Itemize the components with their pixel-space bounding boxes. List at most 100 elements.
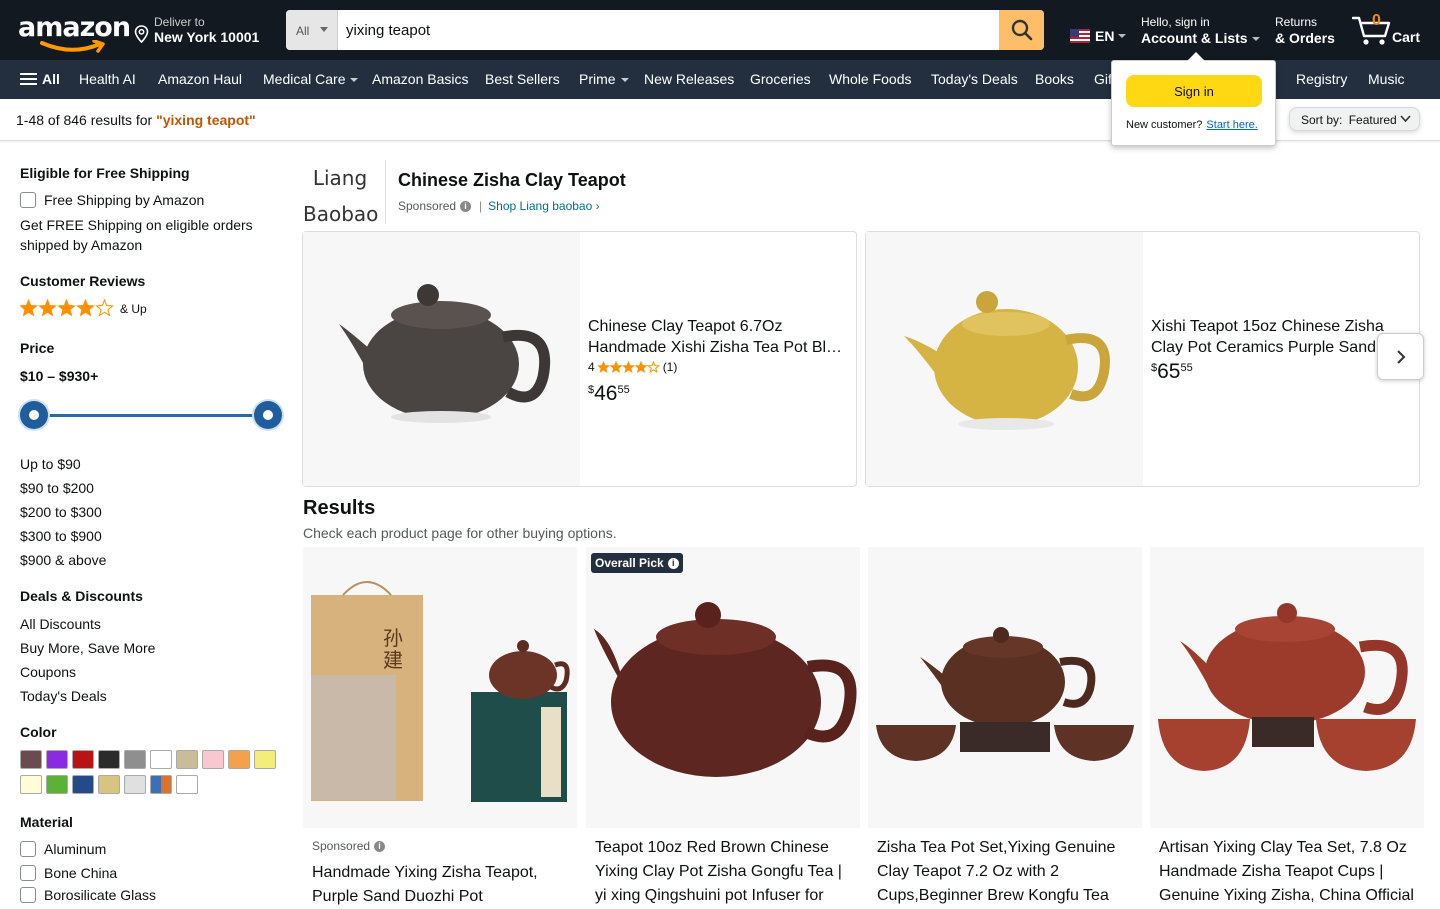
material-filter-borosilicate[interactable]: Borosilicate Glass: [20, 887, 156, 903]
amazon-logo[interactable]: amazon: [18, 10, 131, 53]
search-input[interactable]: [338, 10, 999, 50]
price-slider[interactable]: [20, 400, 282, 430]
price-link-0[interactable]: Up to $90: [20, 456, 81, 472]
product-image[interactable]: 孙 建: [303, 547, 577, 828]
deals-link-2[interactable]: Coupons: [20, 664, 76, 680]
color-swatch[interactable]: [150, 775, 172, 794]
search-category-label: All: [296, 24, 310, 38]
product-rating[interactable]: 4 (1): [588, 360, 677, 374]
color-swatch[interactable]: [72, 775, 94, 794]
sponsored-product-card[interactable]: Xishi Teapot 15oz Chinese Zisha Clay Pot…: [865, 231, 1420, 487]
svg-text:建: 建: [383, 648, 403, 672]
nav-item-music[interactable]: Music: [1368, 71, 1405, 87]
nav-item-books[interactable]: Books: [1035, 71, 1074, 87]
price-link-3[interactable]: $300 to $900: [20, 528, 102, 544]
checkbox[interactable]: [20, 841, 36, 857]
deals-link-3[interactable]: Today's Deals: [20, 688, 107, 704]
price-link-4[interactable]: $900 & above: [20, 552, 106, 568]
color-swatch[interactable]: [46, 775, 68, 794]
star-empty-icon: [95, 299, 114, 317]
search-icon: [1011, 19, 1032, 41]
color-swatch[interactable]: [202, 750, 224, 769]
info-icon[interactable]: i: [460, 200, 472, 212]
signin-button[interactable]: Sign in: [1126, 75, 1262, 107]
price-dollars: 65: [1157, 360, 1181, 383]
star-filled-icon: [76, 299, 95, 317]
nav-item-groceries[interactable]: Groceries: [750, 71, 811, 87]
checkbox[interactable]: [20, 887, 36, 903]
info-icon[interactable]: i: [667, 557, 679, 569]
product-image[interactable]: [586, 547, 860, 828]
shop-brand-link[interactable]: Shop Liang baobao ›: [488, 199, 599, 213]
color-swatch[interactable]: [254, 750, 276, 769]
color-swatch[interactable]: [72, 750, 94, 769]
product-image[interactable]: [866, 232, 1143, 486]
color-swatch[interactable]: [124, 775, 146, 794]
nav-item-new-releases[interactable]: New Releases: [644, 71, 734, 87]
nav-item-whole-foods[interactable]: Whole Foods: [829, 71, 911, 87]
color-swatch[interactable]: [150, 750, 172, 769]
sponsored-product-card[interactable]: Chinese Clay Teapot 6.7Oz Handmade Xishi…: [302, 231, 857, 487]
four-stars-up-filter[interactable]: & Up: [20, 299, 147, 319]
returns-orders[interactable]: Returns & Orders: [1275, 15, 1335, 46]
product-card[interactable]: Artisan Yixing Clay Tea Set, 7.8 Oz Hand…: [1150, 547, 1424, 907]
color-swatch[interactable]: [228, 750, 250, 769]
product-title[interactable]: Xishi Teapot 15oz Chinese Zisha Clay Pot…: [1151, 316, 1409, 358]
carousel-next-button[interactable]: [1377, 333, 1424, 380]
product-image[interactable]: [303, 232, 580, 486]
product-title[interactable]: Teapot 10oz Red Brown Chinese Yixing Cla…: [595, 836, 853, 908]
nav-item-health-ai[interactable]: Health AI: [79, 71, 136, 87]
material-heading: Material: [20, 814, 73, 830]
product-card[interactable]: Zisha Tea Pot Set,Yixing Genuine Clay Te…: [868, 547, 1142, 907]
account-lists[interactable]: Hello, sign in Account & Lists: [1141, 15, 1260, 46]
price-link-2[interactable]: $200 to $300: [20, 504, 102, 520]
slider-min-handle[interactable]: [20, 401, 48, 429]
free-shipping-filter[interactable]: Free Shipping by Amazon: [20, 192, 204, 208]
deliver-to[interactable]: Deliver to New York 10001: [134, 14, 274, 48]
nav-item-amazon-haul[interactable]: Amazon Haul: [158, 71, 242, 87]
color-swatch[interactable]: [124, 750, 146, 769]
checkbox[interactable]: [20, 865, 36, 881]
nav-item-best-sellers[interactable]: Best Sellers: [485, 71, 560, 87]
search-category-dropdown[interactable]: All: [286, 10, 338, 50]
brand-title[interactable]: Chinese Zisha Clay Teapot: [398, 170, 626, 191]
color-swatch[interactable]: [176, 750, 198, 769]
product-image[interactable]: [868, 547, 1142, 828]
product-title[interactable]: Zisha Tea Pot Set,Yixing Genuine Clay Te…: [877, 836, 1135, 908]
language-selector[interactable]: EN: [1070, 26, 1127, 46]
logo-text: amazon: [18, 12, 131, 43]
product-title[interactable]: Artisan Yixing Clay Tea Set, 7.8 Oz Hand…: [1159, 836, 1417, 908]
overall-pick-badge[interactable]: Overall Pick i: [591, 553, 683, 573]
deals-link-0[interactable]: All Discounts: [20, 616, 101, 632]
product-card[interactable]: 孙 建 Sponsored i Handmade Yixing Zisha Te…: [303, 547, 577, 907]
product-title[interactable]: Handmade Yixing Zisha Teapot, Purple San…: [312, 861, 570, 909]
deals-link-1[interactable]: Buy More, Save More: [20, 640, 155, 656]
info-icon[interactable]: i: [374, 840, 386, 852]
product-card[interactable]: Overall Pick i Teapot 10oz Red Brown Chi…: [586, 547, 860, 907]
color-swatch[interactable]: [98, 750, 120, 769]
nav-item-prime[interactable]: Prime: [579, 71, 629, 87]
nav-item-registry[interactable]: Registry: [1296, 71, 1347, 87]
start-here-link[interactable]: Start here.: [1206, 119, 1257, 131]
brand-logo[interactable]: Liang Baobao: [303, 160, 386, 226]
nav-item-amazon-basics[interactable]: Amazon Basics: [372, 71, 468, 87]
sort-dropdown[interactable]: Sort by: Featured: [1289, 107, 1420, 131]
product-title[interactable]: Chinese Clay Teapot 6.7Oz Handmade Xishi…: [588, 316, 846, 358]
nav-all-menu[interactable]: All: [20, 71, 60, 87]
color-swatch[interactable]: [20, 750, 42, 769]
nav-item-medical-care[interactable]: Medical Care: [263, 71, 359, 87]
material-filter-aluminum[interactable]: Aluminum: [20, 841, 106, 857]
cart-button[interactable]: 0 Cart: [1352, 10, 1424, 50]
slider-max-handle[interactable]: [254, 401, 282, 429]
product-image[interactable]: [1150, 547, 1424, 828]
color-swatch[interactable]: [20, 775, 42, 794]
search-button[interactable]: [999, 10, 1044, 50]
color-swatch[interactable]: [98, 775, 120, 794]
checkbox[interactable]: [20, 192, 36, 208]
material-filter-bone-china[interactable]: Bone China: [20, 865, 117, 881]
color-swatch[interactable]: [176, 775, 198, 794]
color-swatch[interactable]: [46, 750, 68, 769]
account-label-row: Account & Lists: [1141, 30, 1260, 46]
nav-item-todays-deals[interactable]: Today's Deals: [931, 71, 1018, 87]
price-link-1[interactable]: $90 to $200: [20, 480, 94, 496]
